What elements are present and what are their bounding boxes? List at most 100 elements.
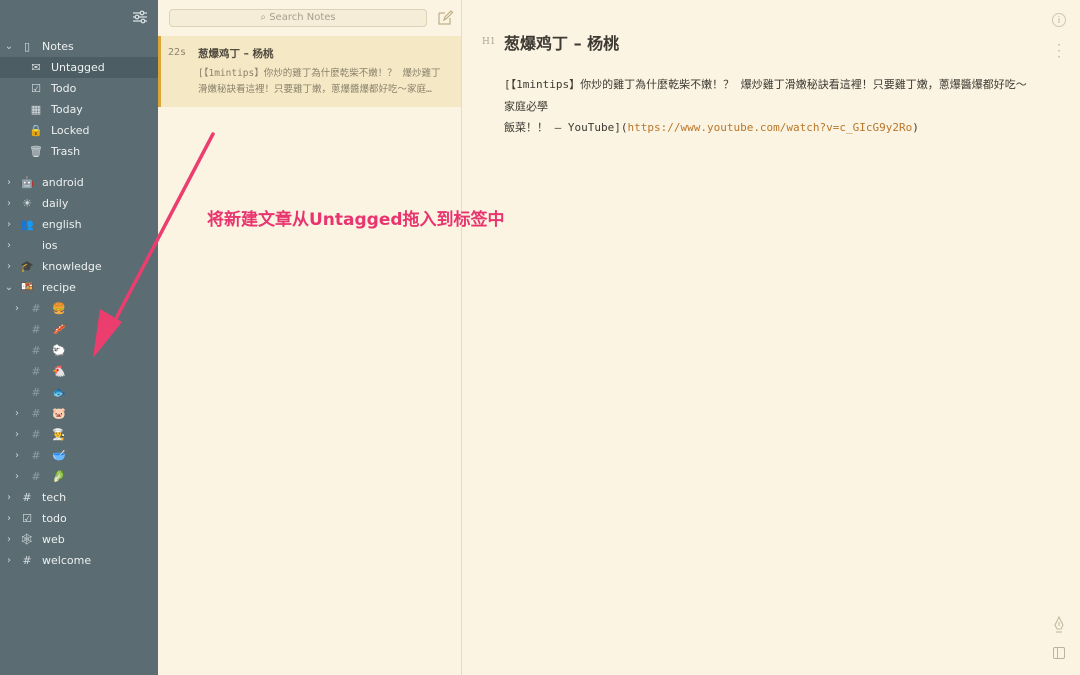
editor-link-close: )	[912, 121, 919, 134]
sidebar-item-label: Today	[51, 103, 83, 116]
editor-title[interactable]: 葱爆鸡丁 – 杨桃	[504, 30, 619, 54]
sidebar-subtag[interactable]: # 🐔	[0, 361, 158, 382]
hash-icon: #	[31, 407, 41, 420]
sidebar-subtag[interactable]: › # 🐷	[0, 403, 158, 424]
chevron-down-icon[interactable]: ⌄	[4, 36, 14, 57]
chevron-right-icon[interactable]: ›	[12, 445, 22, 466]
sidebar-tag-web[interactable]: › 🕸 web	[0, 529, 158, 550]
sidebar-item-label: daily	[42, 197, 69, 210]
search-icon: ⌕	[260, 12, 266, 23]
sidebar-item-todo[interactable]: ☑ Todo	[0, 78, 158, 99]
new-note-icon[interactable]	[436, 9, 454, 27]
info-icon[interactable]: i	[1052, 13, 1066, 27]
filter-settings-icon[interactable]	[132, 10, 148, 24]
editor-body[interactable]: [【1mintips】你炒的雞丁為什麼乾柴不嫩！？ 爆炒雞丁滑嫩秘訣看這裡！只要…	[504, 74, 1064, 139]
hash-icon: #	[31, 428, 41, 441]
toggle-panel-icon[interactable]	[1053, 647, 1065, 659]
today-icon: ▦	[30, 103, 42, 116]
sidebar-tag-daily[interactable]: › ☀ daily	[0, 193, 158, 214]
chevron-right-icon[interactable]: ›	[12, 466, 22, 487]
sidebar-tags-section: › 🤖 android › ☀ daily › 👥 english › ios › 🎓 knowledge…	[0, 172, 158, 571]
sidebar-item-label: android	[42, 176, 84, 189]
chevron-right-icon[interactable]: ›	[12, 424, 22, 445]
chevron-right-icon[interactable]: ›	[4, 193, 14, 214]
knowledge-tag-icon: 🎓	[20, 260, 34, 273]
chevron-right-icon[interactable]: ›	[12, 403, 22, 424]
pen-icon[interactable]	[1052, 616, 1066, 634]
tag-emoji-icon: 🥣	[52, 449, 66, 462]
sidebar-item-today[interactable]: ▦ Today	[0, 99, 158, 120]
sidebar-item-label: welcome	[42, 554, 92, 567]
note-snippet-line: [【1mintips】你炒的雞丁為什麼乾柴不嫩！？ 爆炒雞丁	[198, 68, 441, 79]
sidebar-item-trash[interactable]: 🗑 Trash	[0, 141, 158, 162]
note-list-item[interactable]: 22s 葱爆鸡丁 – 杨桃 [【1mintips】你炒的雞丁為什麼乾柴不嫩！？ …	[158, 36, 461, 107]
sidebar-item-label: Todo	[51, 82, 77, 95]
note-title: 葱爆鸡丁 – 杨桃	[198, 48, 274, 60]
sidebar-item-untagged[interactable]: ✉ Untagged	[0, 57, 158, 78]
chevron-right-icon[interactable]: ›	[12, 298, 22, 319]
chevron-right-icon[interactable]: ›	[4, 550, 14, 571]
hash-icon: #	[31, 470, 41, 483]
untagged-icon: ✉	[31, 61, 41, 74]
locked-icon: 🔒	[29, 124, 43, 137]
sidebar-item-label: todo	[42, 512, 67, 525]
sidebar-tag-tech[interactable]: › # tech	[0, 487, 158, 508]
sidebar-subtag[interactable]: # 🥓	[0, 319, 158, 340]
hash-icon: #	[31, 323, 41, 336]
sidebar-tag-recipe[interactable]: ⌄ 🍱 recipe	[0, 277, 158, 298]
heading-marker: H1	[482, 37, 496, 47]
note-snippet: [【1mintips】你炒的雞丁為什麼乾柴不嫩！？ 爆炒雞丁 滑嫩秘訣看這裡！只…	[198, 66, 450, 98]
editor-body-line: 家庭必學	[504, 99, 548, 113]
sidebar-subtag[interactable]: › # 🥬	[0, 466, 158, 487]
chevron-right-icon[interactable]: ›	[4, 214, 14, 235]
sidebar-subtag[interactable]: › # 🍔	[0, 298, 158, 319]
editor-body-line: [【1mintips】你炒的雞丁為什麼乾柴不嫩！？ 爆炒雞丁滑嫩秘訣看這裡！只要…	[504, 78, 1027, 91]
sidebar-tag-android[interactable]: › 🤖 android	[0, 172, 158, 193]
tag-emoji-icon: 🐔	[52, 365, 66, 378]
tag-emoji-icon: 👨‍🍳	[52, 428, 66, 441]
note-list-panel: ⌕ Search Notes 22s 葱爆鸡丁 – 杨桃 [【1mintips】…	[158, 0, 462, 675]
sidebar-item-notes[interactable]: ⌄ ▯ Notes	[0, 36, 158, 57]
tag-emoji-icon: 🐑	[52, 344, 66, 357]
sidebar-subtag[interactable]: # 🐟	[0, 382, 158, 403]
chevron-right-icon[interactable]: ›	[4, 256, 14, 277]
hash-icon: #	[31, 386, 41, 399]
sidebar-item-label: web	[42, 533, 65, 546]
sidebar-subtag[interactable]: › # 🥣	[0, 445, 158, 466]
tag-emoji-icon: 🐷	[52, 407, 66, 420]
sidebar-tag-welcome[interactable]: › # welcome	[0, 550, 158, 571]
sidebar-item-label: tech	[42, 491, 67, 504]
editor-link-text: 飯菜！！ – YouTube](	[504, 121, 628, 134]
android-tag-icon: 🤖	[20, 176, 34, 189]
todo-icon: ☑	[31, 82, 41, 95]
search-input[interactable]: ⌕ Search Notes	[169, 9, 427, 27]
sidebar-item-label: Notes	[42, 40, 74, 53]
chevron-right-icon[interactable]: ›	[4, 172, 14, 193]
notes-icon: ▯	[23, 40, 31, 53]
sidebar-item-locked[interactable]: 🔒 Locked	[0, 120, 158, 141]
sidebar-tag-knowledge[interactable]: › 🎓 knowledge	[0, 256, 158, 277]
web-tag-icon: 🕸	[20, 533, 34, 546]
chevron-right-icon[interactable]: ›	[4, 487, 14, 508]
sidebar-item-label: Trash	[51, 145, 81, 158]
chevron-right-icon[interactable]: ›	[4, 235, 14, 256]
hash-icon: #	[31, 344, 41, 357]
tech-tag-icon: #	[22, 491, 32, 504]
annotation-text: 将新建文章从Untagged拖入到标签中	[207, 210, 505, 230]
more-options-icon[interactable]: · · ·	[1057, 39, 1061, 63]
sidebar-item-label: ios	[42, 239, 58, 252]
chevron-right-icon[interactable]: ›	[4, 508, 14, 529]
sidebar-tag-ios[interactable]: › ios	[0, 235, 158, 256]
sidebar-item-label: knowledge	[42, 260, 102, 273]
english-tag-icon: 👥	[20, 218, 34, 231]
editor-panel: H1 葱爆鸡丁 – 杨桃 [【1mintips】你炒的雞丁為什麼乾柴不嫩！？ 爆…	[463, 0, 1080, 675]
sidebar-tag-todo[interactable]: › ☑ todo	[0, 508, 158, 529]
sidebar-subtag[interactable]: › # 👨‍🍳	[0, 424, 158, 445]
chevron-down-icon[interactable]: ⌄	[4, 277, 14, 298]
sidebar-tag-english[interactable]: › 👥 english	[0, 214, 158, 235]
chevron-right-icon[interactable]: ›	[4, 529, 14, 550]
note-age: 22s	[168, 47, 187, 58]
sidebar-subtag[interactable]: # 🐑	[0, 340, 158, 361]
note-snippet-line: 滑嫩秘訣看這裡！只要雞丁嫩，蔥爆醬爆都好吃～家庭…	[198, 84, 432, 95]
editor-link-url[interactable]: https://www.youtube.com/watch?v=c_GIcG9y…	[627, 121, 912, 134]
